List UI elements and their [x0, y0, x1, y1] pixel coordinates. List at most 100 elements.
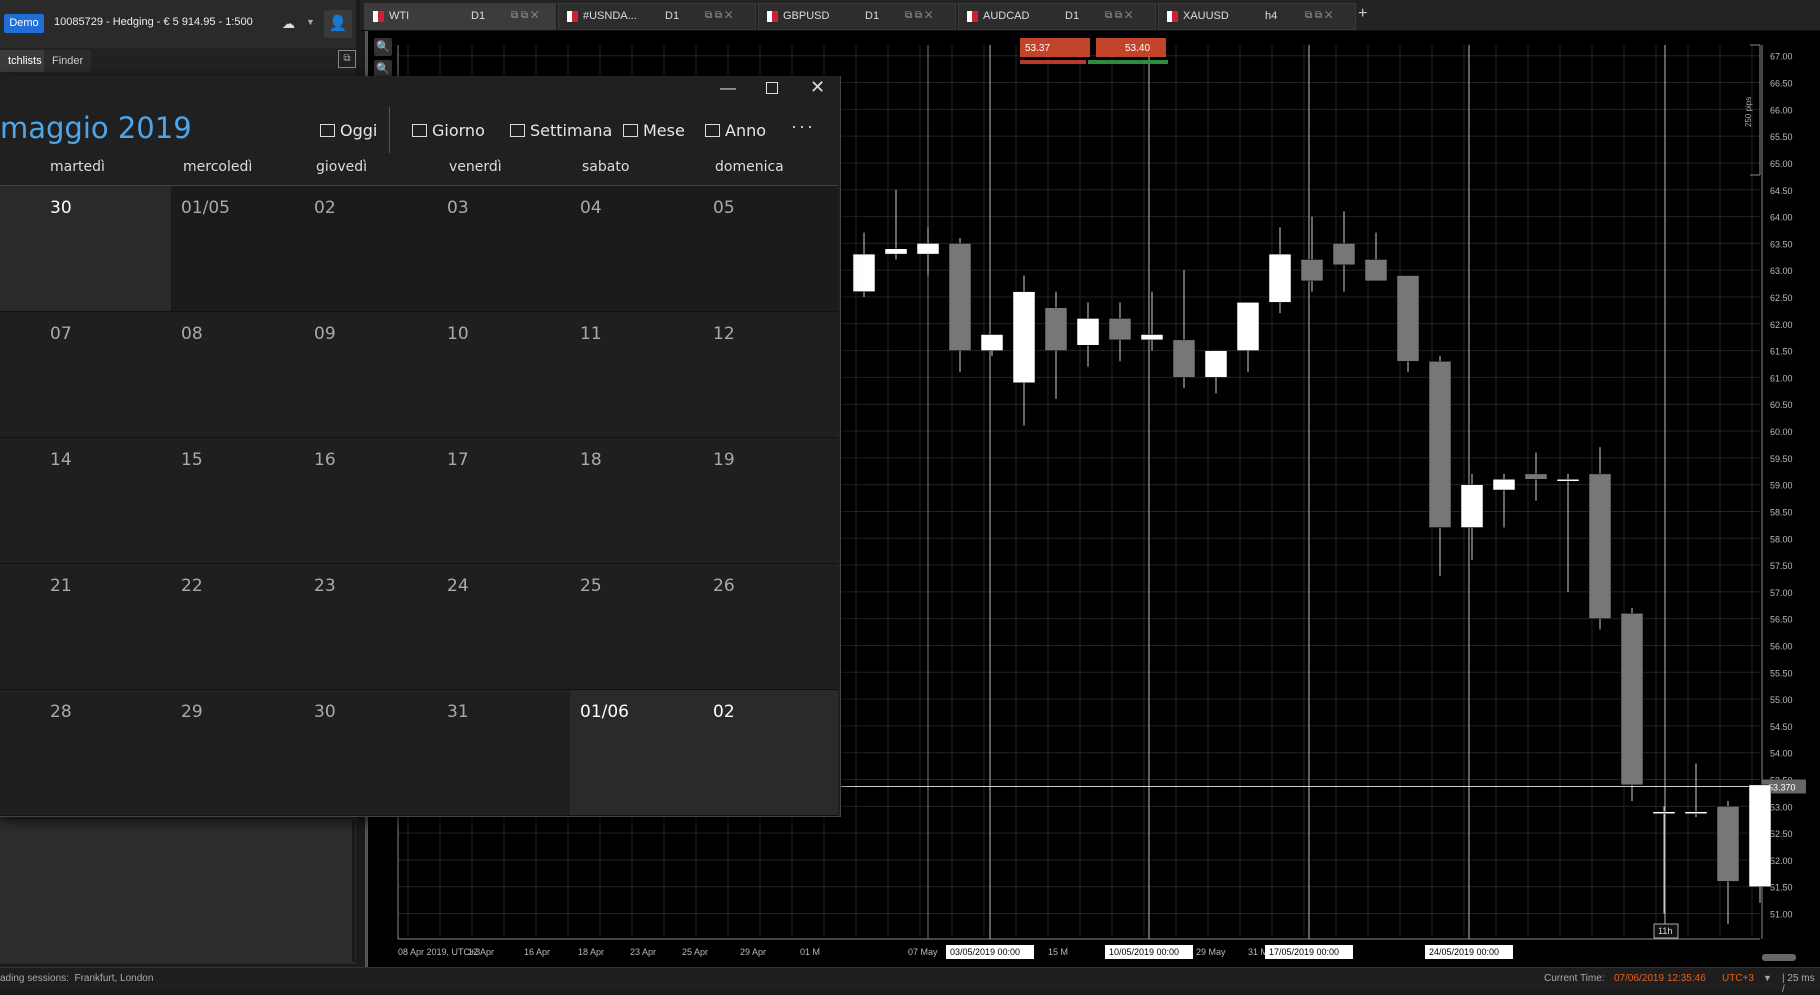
chart-tab-symbol: GBPUSD: [783, 10, 830, 22]
calendar-day-cell[interactable]: 12: [703, 312, 838, 438]
pips-label: 250 pips: [1744, 97, 1753, 127]
tab-controls[interactable]: ⧉ ⧉ ✕: [1305, 10, 1332, 21]
tab-finder[interactable]: Finder: [44, 50, 92, 72]
calendar-day-cell[interactable]: 24: [437, 564, 570, 690]
symbol-flag-icon: [373, 11, 384, 22]
candle-body: [1108, 318, 1132, 341]
today-button[interactable]: Oggi: [320, 121, 377, 140]
calendar-day-cell[interactable]: 14: [0, 438, 171, 564]
calendar-day-cell[interactable]: 17: [437, 438, 570, 564]
calendar-day-cell[interactable]: 25: [570, 564, 703, 690]
calendar-day-cell[interactable]: 19: [703, 438, 838, 564]
day-number: 09: [314, 324, 336, 344]
x-tick-label: 29 Apr: [740, 947, 766, 957]
tab-controls[interactable]: ⧉ ⧉ ✕: [705, 10, 732, 21]
add-tab-icon[interactable]: +: [1358, 5, 1367, 23]
calendar-day-cell[interactable]: 30: [304, 690, 437, 816]
tab-controls[interactable]: ⧉ ⧉ ✕: [511, 10, 538, 21]
calendar-day-cell[interactable]: 02: [703, 690, 838, 816]
day-number: 14: [50, 450, 72, 470]
month-view-button[interactable]: Mese: [623, 121, 685, 140]
candle-body: [1716, 806, 1740, 882]
timeframe-selector[interactable]: h4: [1265, 10, 1277, 22]
chevron-down-icon[interactable]: ▼: [1763, 973, 1772, 983]
timeframe-selector[interactable]: D1: [665, 10, 679, 22]
calendar-day-cell[interactable]: 30: [0, 186, 171, 312]
symbol-flag-icon: [567, 11, 578, 22]
candle-body: [1652, 811, 1676, 814]
calendar-day-cell[interactable]: 01/06: [570, 690, 703, 816]
calendar-day-cell[interactable]: 18: [570, 438, 703, 564]
calendar-day-cell[interactable]: 05: [703, 186, 838, 312]
calendar-day-cell[interactable]: 15: [171, 438, 304, 564]
chart-tab-symbol: WTI: [389, 10, 410, 22]
calendar-day-cell[interactable]: 02: [304, 186, 437, 312]
close-button[interactable]: ✕: [810, 77, 825, 98]
day-view-button[interactable]: Giorno: [412, 121, 485, 140]
calendar-day-cell[interactable]: 08: [171, 312, 304, 438]
minimize-button[interactable]: —: [720, 80, 736, 98]
chart-tab[interactable]: AUDCAD D1 ⧉ ⧉ ✕: [958, 3, 1156, 30]
calendar-day-cell[interactable]: 11: [570, 312, 703, 438]
month-label: Mese: [643, 121, 685, 140]
calendar-day-cell[interactable]: 28: [0, 690, 171, 816]
y-tick-label: 65.00: [1770, 159, 1793, 169]
x-tick-label: 29 May: [1196, 947, 1226, 957]
calendar-day-cell[interactable]: 01/05: [171, 186, 304, 312]
y-tick-label: 64.50: [1770, 186, 1793, 196]
horizontal-scrollbar[interactable]: [1762, 954, 1796, 961]
tab-controls[interactable]: ⧉ ⧉ ✕: [905, 10, 932, 21]
cloud-icon[interactable]: ☁: [282, 16, 295, 32]
calendar-day-cell[interactable]: 21: [0, 564, 171, 690]
current-price-label: 53.370: [1768, 782, 1796, 792]
account-selector[interactable]: 10085729 - Hedging - € 5 914.95 - 1:500: [54, 16, 253, 28]
timeframe-selector[interactable]: D1: [471, 10, 485, 22]
chart-tab[interactable]: GBPUSD D1 ⧉ ⧉ ✕: [758, 3, 956, 30]
tab-watchlists[interactable]: tchlists: [0, 50, 50, 72]
maximize-button[interactable]: [766, 82, 778, 94]
x-tick-label: 16 Apr: [524, 947, 550, 957]
detach-icon[interactable]: ⧉: [338, 50, 356, 68]
calendar-day-cell[interactable]: 23: [304, 564, 437, 690]
x-cursor-label: 10/05/2019 00:00: [1109, 947, 1179, 957]
candle-body: [1300, 259, 1324, 282]
timeframe-selector[interactable]: D1: [865, 10, 879, 22]
y-tick-label: 62.00: [1770, 320, 1793, 330]
calendar-day-cell[interactable]: 07: [0, 312, 171, 438]
chart-tab-symbol: AUDCAD: [983, 10, 1030, 22]
calendar-day-cell[interactable]: 31: [437, 690, 570, 816]
chart-tab[interactable]: WTI D1 ⧉ ⧉ ✕: [364, 3, 556, 30]
day-number: 25: [580, 576, 602, 596]
week-icon: [510, 124, 525, 137]
more-options-button[interactable]: ···: [791, 116, 815, 137]
calendar-day-cell[interactable]: 04: [570, 186, 703, 312]
y-tick-label: 52.50: [1770, 829, 1793, 839]
calendar-day-cell[interactable]: 09: [304, 312, 437, 438]
calendar-day-cell[interactable]: 22: [171, 564, 304, 690]
user-icon[interactable]: 👤: [324, 10, 352, 38]
calendar-day-cell[interactable]: 10: [437, 312, 570, 438]
day-number: 03: [447, 198, 469, 218]
timezone-selector[interactable]: UTC+3: [1722, 973, 1754, 984]
calendar-day-cell[interactable]: 16: [304, 438, 437, 564]
candle-body: [1524, 473, 1548, 480]
chevron-down-icon[interactable]: ▼: [306, 17, 315, 27]
y-tick-label: 66.50: [1770, 79, 1793, 89]
day-number: 11: [580, 324, 602, 344]
week-view-button[interactable]: Settimana: [510, 121, 612, 140]
zoom-in-icon[interactable]: 🔍: [374, 38, 392, 56]
year-view-button[interactable]: Anno: [705, 121, 766, 140]
tab-controls[interactable]: ⧉ ⧉ ✕: [1105, 10, 1132, 21]
buy-strength-bar: [1088, 60, 1168, 64]
chart-tab[interactable]: #USNDA... D1 ⧉ ⧉ ✕: [558, 3, 756, 30]
calendar-day-cell[interactable]: 26: [703, 564, 838, 690]
timeframe-selector[interactable]: D1: [1065, 10, 1079, 22]
candle-body: [1428, 361, 1452, 528]
chart-tab[interactable]: XAUUSD h4 ⧉ ⧉ ✕: [1158, 3, 1356, 30]
y-tick-label: 57.50: [1770, 561, 1793, 571]
candle-body: [948, 243, 972, 351]
calendar-day-cell[interactable]: 03: [437, 186, 570, 312]
day-number: 02: [314, 198, 336, 218]
calendar-day-cell[interactable]: 29: [171, 690, 304, 816]
candle-body: [1332, 243, 1356, 266]
